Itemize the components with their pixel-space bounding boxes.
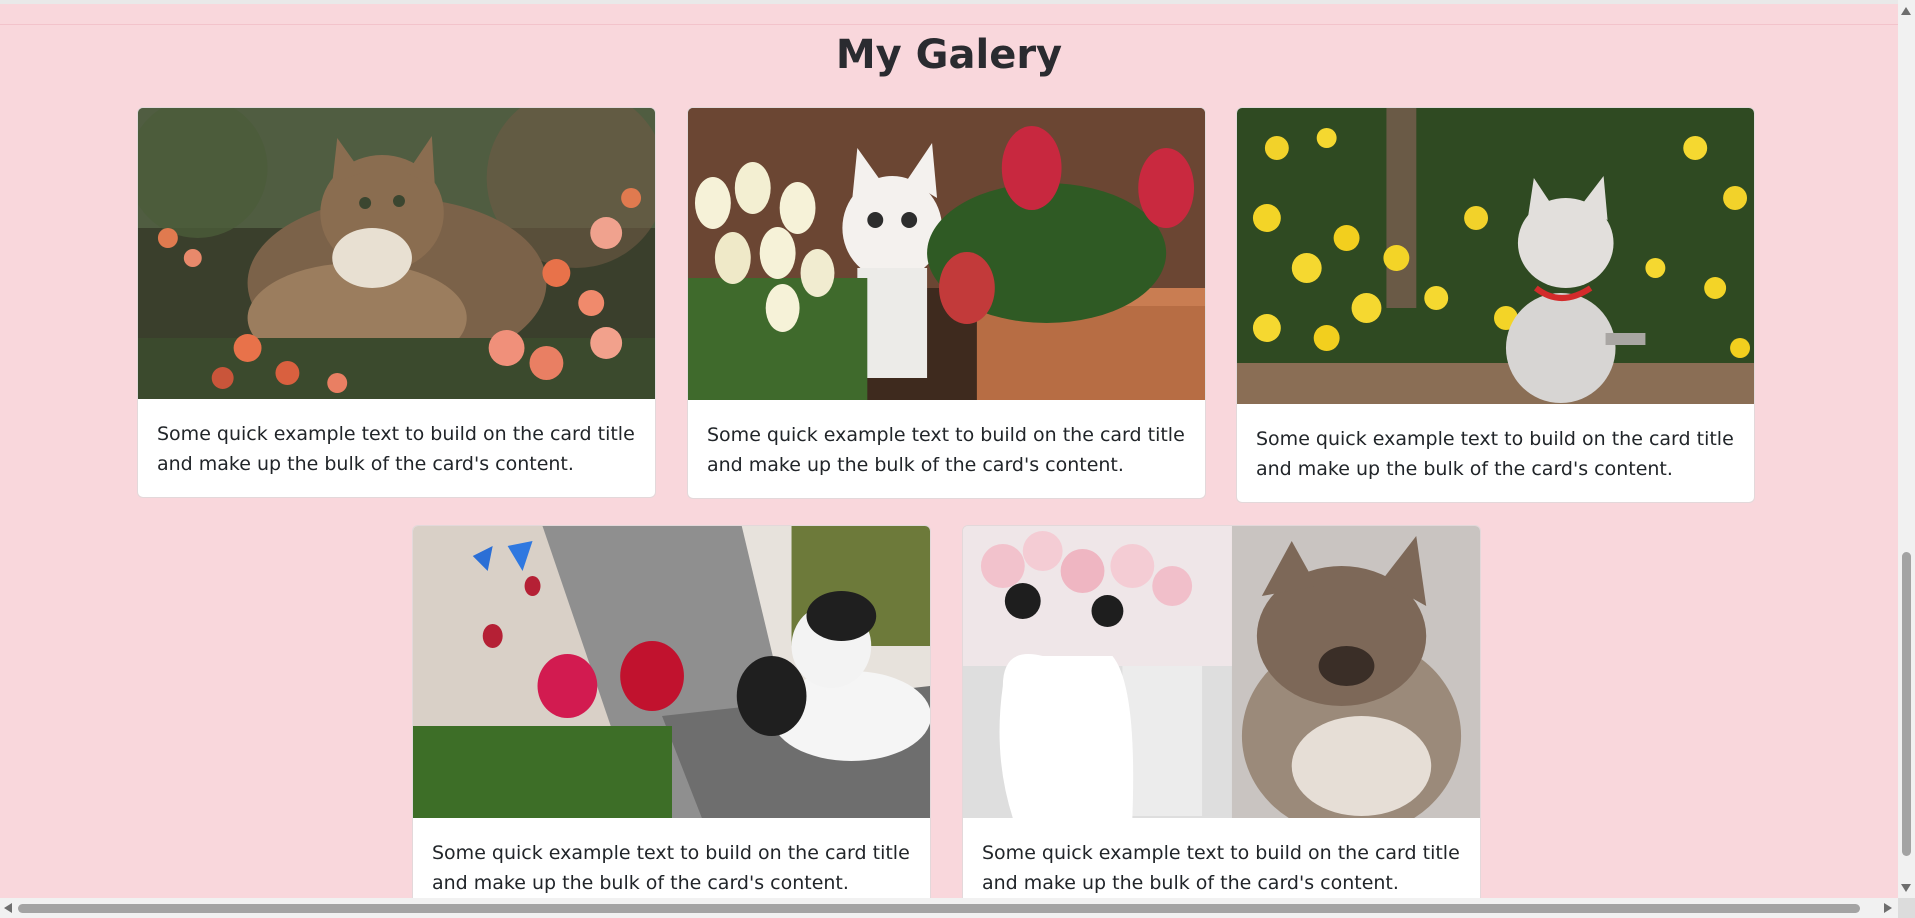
arrow-up-icon[interactable]: [1901, 7, 1911, 15]
horizontal-scrollbar[interactable]: [0, 898, 1898, 918]
gallery-card: Some quick example text to build on the …: [962, 525, 1481, 898]
card-image: [688, 108, 1205, 400]
card-text: Some quick example text to build on the …: [1256, 428, 1734, 480]
arrow-down-icon[interactable]: [1901, 884, 1911, 892]
scrollbar-corner: [1898, 898, 1915, 918]
card-image: [963, 526, 1480, 818]
gallery-card: Some quick example text to build on the …: [687, 107, 1206, 499]
card-text: Some quick example text to build on the …: [982, 842, 1460, 894]
scrollbar-thumb[interactable]: [18, 904, 1860, 913]
divider: [0, 24, 1898, 25]
gallery-page: My Galery Some quick example text to bui…: [0, 0, 1898, 898]
card-text: Some quick example text to build on the …: [432, 842, 910, 894]
arrow-left-icon[interactable]: [4, 903, 12, 913]
card-text: Some quick example text to build on the …: [707, 424, 1185, 476]
page-title: My Galery: [835, 32, 1063, 78]
card-image: [138, 108, 655, 399]
arrow-right-icon[interactable]: [1884, 903, 1892, 913]
card-text: Some quick example text to build on the …: [157, 423, 635, 475]
card-image: [1237, 108, 1754, 404]
card-image: [413, 526, 930, 818]
vertical-scrollbar[interactable]: [1898, 0, 1915, 898]
scrollbar-thumb[interactable]: [1902, 552, 1911, 856]
gallery-card: Some quick example text to build on the …: [1236, 107, 1755, 503]
gallery-card: Some quick example text to build on the …: [412, 525, 931, 898]
gallery-card: Some quick example text to build on the …: [137, 107, 656, 498]
